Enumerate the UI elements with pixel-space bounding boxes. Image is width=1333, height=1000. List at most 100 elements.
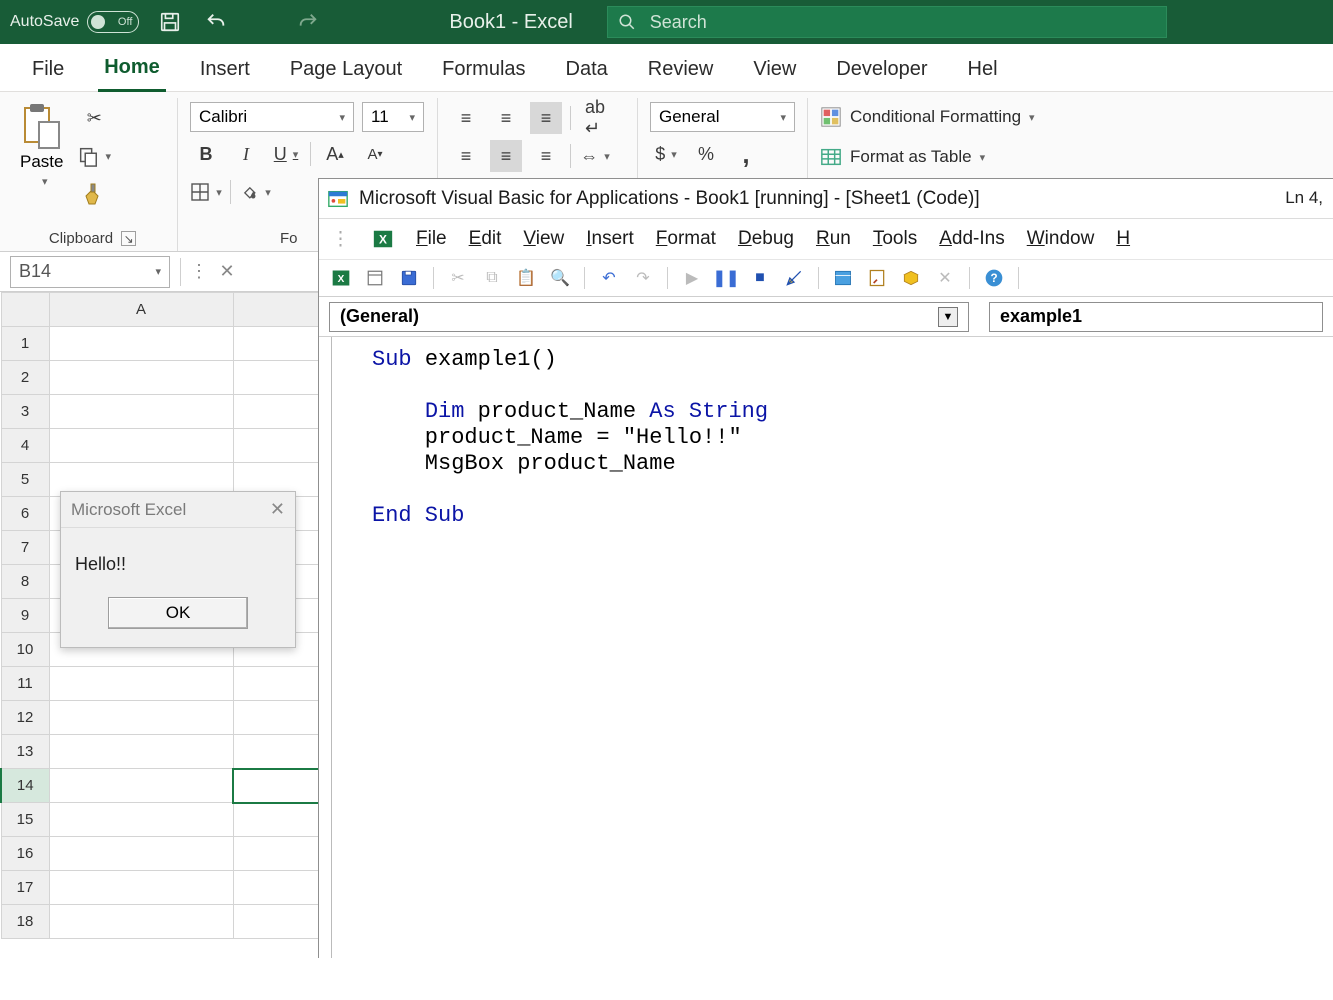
redo-icon[interactable] (293, 7, 323, 37)
row-header-6[interactable]: 6 (1, 497, 49, 531)
cut-icon[interactable]: ✂ (77, 102, 111, 134)
row-header-16[interactable]: 16 (1, 837, 49, 871)
row-header-13[interactable]: 13 (1, 735, 49, 769)
row-header-5[interactable]: 5 (1, 463, 49, 497)
percent-format-icon[interactable]: % (690, 138, 722, 170)
row-header-7[interactable]: 7 (1, 531, 49, 565)
cell-a12[interactable] (49, 701, 233, 735)
conditional-formatting-button[interactable]: Conditional Formatting▾ (820, 102, 1096, 132)
vba-design-mode-icon[interactable] (782, 266, 806, 290)
accounting-format-icon[interactable]: $ (650, 138, 682, 170)
align-top-icon[interactable]: ≡ (450, 102, 482, 134)
vba-project-explorer-icon[interactable] (831, 266, 855, 290)
row-header-18[interactable]: 18 (1, 905, 49, 939)
font-name-select[interactable]: Calibri▾ (190, 102, 354, 132)
comma-format-icon[interactable]: , (730, 138, 762, 170)
vba-copy-icon[interactable]: ⧉ (480, 266, 504, 290)
vba-menu-add-ins[interactable]: Add-Ins (939, 228, 1005, 249)
vba-object-browser-icon[interactable] (899, 266, 923, 290)
vba-object-dropdown[interactable]: (General)▼ (329, 302, 969, 332)
vba-menu-file[interactable]: File (416, 228, 447, 249)
format-as-table-button[interactable]: Format as Table▾ (820, 142, 1096, 172)
row-header-8[interactable]: 8 (1, 565, 49, 599)
row-header-17[interactable]: 17 (1, 871, 49, 905)
vba-break-icon[interactable]: ❚❚ (714, 266, 738, 290)
merge-center-icon[interactable]: ⇔ (579, 140, 611, 172)
vba-menu-format[interactable]: Format (656, 228, 716, 249)
vba-code-pane[interactable]: Sub example1() Dim product_Name As Strin… (331, 337, 1333, 958)
tab-insert[interactable]: Insert (194, 50, 256, 91)
vba-save-icon[interactable] (397, 266, 421, 290)
vba-cut-icon[interactable]: ✂ (446, 266, 470, 290)
italic-button[interactable]: I (230, 138, 262, 170)
vba-procedure-dropdown[interactable]: example1 (989, 302, 1323, 332)
vba-menu-insert[interactable]: Insert (586, 228, 634, 249)
name-box[interactable]: B14▾ (10, 256, 170, 288)
tab-home[interactable]: Home (98, 48, 166, 92)
redo-dropdown[interactable] (339, 7, 369, 37)
cell-a16[interactable] (49, 837, 233, 871)
vba-reset-icon[interactable]: ■ (748, 266, 772, 290)
number-format-select[interactable]: General▾ (650, 102, 795, 132)
save-icon[interactable] (155, 7, 185, 37)
tab-developer[interactable]: Developer (830, 50, 933, 91)
vba-view-excel-icon[interactable]: X (329, 266, 353, 290)
autosave-switch[interactable]: Off (87, 11, 139, 33)
vba-menu-window[interactable]: Window (1027, 228, 1095, 249)
decrease-font-icon[interactable]: A▾ (359, 138, 391, 170)
row-header-11[interactable]: 11 (1, 667, 49, 701)
increase-font-icon[interactable]: A▴ (319, 138, 351, 170)
vba-menu-edit[interactable]: Edit (469, 228, 502, 249)
formula-bar-handle[interactable]: ⋮ (185, 256, 213, 288)
vba-properties-icon[interactable] (865, 266, 889, 290)
col-header-a[interactable]: A (49, 293, 233, 327)
vba-find-icon[interactable]: 🔍 (548, 266, 572, 290)
vba-menu-tools[interactable]: Tools (873, 228, 917, 249)
vba-menu-debug[interactable]: Debug (738, 228, 794, 249)
align-middle-icon[interactable]: ≡ (490, 102, 522, 134)
cell-a17[interactable] (49, 871, 233, 905)
format-painter-icon[interactable] (77, 178, 111, 210)
select-all-corner[interactable] (1, 293, 49, 327)
vba-run-icon[interactable]: ▶ (680, 266, 704, 290)
cell-a14[interactable] (49, 769, 233, 803)
underline-button[interactable]: U (270, 138, 302, 170)
align-center-icon[interactable]: ≡ (490, 140, 522, 172)
tab-view[interactable]: View (747, 50, 802, 91)
row-header-4[interactable]: 4 (1, 429, 49, 463)
wrap-text-icon[interactable]: ab↵ (579, 102, 611, 134)
vba-menu-handle[interactable]: ⋮ (331, 228, 350, 251)
cell-a4[interactable] (49, 429, 233, 463)
cell-a1[interactable] (49, 327, 233, 361)
search-box[interactable]: Search (607, 6, 1167, 38)
vba-toolbox-icon[interactable]: ✕ (933, 266, 957, 290)
paste-icon[interactable] (21, 102, 63, 150)
borders-button[interactable] (190, 176, 222, 208)
tab-data[interactable]: Data (560, 50, 614, 91)
ok-button[interactable]: OK (108, 597, 248, 629)
qat-customize-icon[interactable] (385, 7, 415, 37)
row-header-1[interactable]: 1 (1, 327, 49, 361)
row-header-12[interactable]: 12 (1, 701, 49, 735)
align-left-icon[interactable]: ≡ (450, 140, 482, 172)
paste-dropdown[interactable] (36, 172, 48, 186)
cell-a15[interactable] (49, 803, 233, 837)
vba-menu-h[interactable]: H (1116, 228, 1130, 249)
cell-a2[interactable] (49, 361, 233, 395)
autosave-toggle[interactable]: AutoSave Off (10, 11, 139, 33)
vba-menu-run[interactable]: Run (816, 228, 851, 249)
bold-button[interactable]: B (190, 138, 222, 170)
undo-dropdown[interactable] (247, 7, 277, 37)
tab-hel[interactable]: Hel (962, 50, 1004, 91)
cell-a11[interactable] (49, 667, 233, 701)
copy-icon[interactable] (77, 140, 111, 172)
vba-redo-icon[interactable]: ↷ (631, 266, 655, 290)
align-right-icon[interactable]: ≡ (530, 140, 562, 172)
align-bottom-icon[interactable]: ≡ (530, 102, 562, 134)
cell-a18[interactable] (49, 905, 233, 939)
tab-formulas[interactable]: Formulas (436, 50, 531, 91)
tab-page-layout[interactable]: Page Layout (284, 50, 408, 91)
clipboard-launcher[interactable]: ↘ (121, 231, 136, 246)
cancel-formula-icon[interactable]: ✕ (213, 256, 241, 288)
row-header-14[interactable]: 14 (1, 769, 49, 803)
